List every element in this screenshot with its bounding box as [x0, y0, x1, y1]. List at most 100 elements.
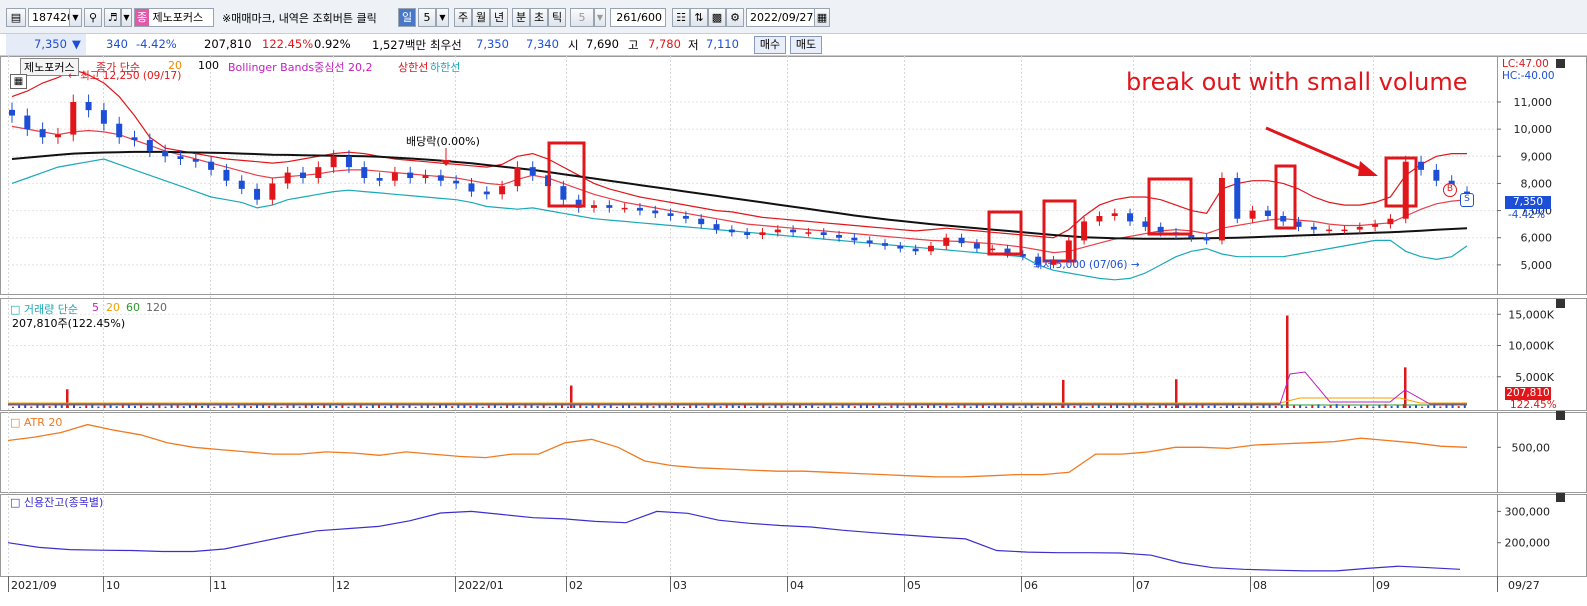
- volume-bar: [79, 406, 82, 408]
- candle-body: [269, 183, 276, 200]
- stock-type-badge: 종: [135, 9, 149, 26]
- volume-bar: [1421, 406, 1424, 408]
- stock-name-field[interactable]: 종 제노포커스: [134, 8, 214, 27]
- best-ask: 7,350: [476, 37, 509, 51]
- volume-bar: [182, 406, 185, 408]
- volume-bar: [36, 405, 39, 408]
- sell-button[interactable]: 매도: [790, 36, 822, 54]
- tick-dropdown-icon[interactable]: ▼: [594, 8, 606, 27]
- layout-icon[interactable]: ▤: [6, 8, 26, 27]
- month-label: 2021/09: [11, 579, 57, 592]
- stock-name: 제노포커스: [152, 11, 204, 24]
- volume-bar: [390, 405, 393, 408]
- candle-body: [606, 205, 613, 208]
- volume-bar: [219, 405, 222, 408]
- candle-body: [1341, 229, 1348, 232]
- speaker-dropdown-icon[interactable]: ▼: [121, 8, 132, 27]
- period-tick-button[interactable]: 틱: [548, 8, 566, 27]
- speaker-icon[interactable]: ♬: [104, 8, 121, 27]
- volume-bar: [548, 406, 551, 408]
- volume-bar: [1140, 405, 1143, 408]
- volume-bar: [872, 405, 875, 408]
- period-week-button[interactable]: 주: [454, 8, 472, 27]
- volume-bar: [1042, 405, 1045, 408]
- table-toggle-icon[interactable]: ▦: [10, 74, 27, 89]
- save-icon[interactable]: ▩: [708, 8, 726, 27]
- stock-code-input[interactable]: 187420: [28, 8, 70, 27]
- volume-bar: [1024, 405, 1027, 408]
- buy-signal-icon[interactable]: B: [1443, 183, 1457, 197]
- volume-bar: [1329, 405, 1332, 408]
- volume-bar: [1354, 406, 1356, 408]
- credit-panel-close-icon[interactable]: [1556, 493, 1565, 502]
- search-icon[interactable]: ⚲: [84, 8, 102, 27]
- period-year-button[interactable]: 년: [490, 8, 508, 27]
- candle-body: [1234, 178, 1241, 219]
- sell-signal-icon[interactable]: S: [1460, 193, 1474, 207]
- candle-body: [805, 232, 812, 234]
- volume-bar: [890, 405, 893, 408]
- price-tag: 7,350: [1505, 196, 1551, 209]
- volume-bar: [1195, 405, 1198, 408]
- date-field[interactable]: 2022/09/27: [746, 8, 816, 27]
- candle-body: [667, 213, 674, 216]
- chart-type-icon[interactable]: ☷: [672, 8, 690, 27]
- candle-body: [897, 245, 904, 249]
- chart-canvas[interactable]: 2021/09 10 11 12 2022/01 02 03 04 05 06 07 08 09 09/2…: [0, 56, 1587, 606]
- candle-body: [1372, 224, 1379, 227]
- volume-bar: [201, 405, 204, 408]
- candle-body: [422, 175, 429, 178]
- volume-bar: [506, 405, 509, 408]
- price-tick-label: 9,000: [1521, 150, 1553, 163]
- tick-count-field[interactable]: 5: [570, 8, 594, 27]
- volume-bar: [1110, 405, 1112, 408]
- month-label: 02: [569, 579, 583, 592]
- quote-bar: 7,350 ▼ 340 -4.42% 207,810 122.45% 0.92%…: [0, 34, 1587, 56]
- volume-bar: [1103, 406, 1106, 408]
- period-month-button[interactable]: 월: [472, 8, 490, 27]
- volume-bar: [457, 405, 460, 408]
- atr-panel-close-icon[interactable]: [1556, 411, 1565, 420]
- volume-bar: [707, 405, 710, 408]
- period-minute-button[interactable]: 분: [512, 8, 530, 27]
- gear-icon[interactable]: ⚙: [726, 8, 744, 27]
- month-label: 2022/01: [458, 579, 504, 592]
- price-panel-close-icon[interactable]: [1556, 59, 1565, 68]
- calendar-icon[interactable]: ▦: [814, 8, 830, 27]
- chart-area[interactable]: 2021/09 10 11 12 2022/01 02 03 04 05 06 07 08 09 09/2…: [0, 56, 1587, 606]
- period-second-button[interactable]: 초: [530, 8, 548, 27]
- month-label: 12: [336, 579, 350, 592]
- highlight-box: [1147, 177, 1193, 236]
- volume-bar: [536, 405, 539, 408]
- volume-bar: [188, 405, 191, 408]
- volume-bar: [152, 405, 155, 408]
- volume-bar: [750, 406, 753, 408]
- compare-icon[interactable]: ⇅: [690, 8, 708, 27]
- candle-body: [820, 232, 827, 235]
- candle-body: [483, 191, 490, 195]
- count-field[interactable]: 261/600: [610, 8, 666, 27]
- candle-body: [1387, 218, 1394, 225]
- bb-upper-label: 상한선: [398, 61, 429, 74]
- period-day-count[interactable]: 5: [418, 8, 436, 27]
- period-dropdown-icon[interactable]: ▼: [436, 8, 449, 27]
- volume-spike-bar: [1404, 367, 1407, 408]
- volume-bar: [323, 405, 326, 408]
- code-dropdown-icon[interactable]: ▼: [69, 8, 82, 27]
- candle-body: [866, 240, 873, 244]
- volume-panel-close-icon[interactable]: [1556, 299, 1565, 308]
- volume-bar: [683, 406, 685, 408]
- high-price: 7,780: [648, 37, 681, 51]
- period-day-button[interactable]: 일: [398, 8, 416, 27]
- volume-bar: [792, 405, 795, 408]
- candle-body: [514, 167, 521, 187]
- volume-bar: [384, 406, 387, 408]
- volume-bar: [469, 405, 472, 408]
- credit-line: [7, 510, 1461, 572]
- volume-bar: [85, 405, 88, 408]
- volume-bar: [1256, 406, 1259, 408]
- candle-body: [1157, 226, 1164, 233]
- volume-bar: [939, 405, 942, 408]
- buy-button[interactable]: 매수: [754, 36, 786, 54]
- volume-bar: [701, 406, 704, 408]
